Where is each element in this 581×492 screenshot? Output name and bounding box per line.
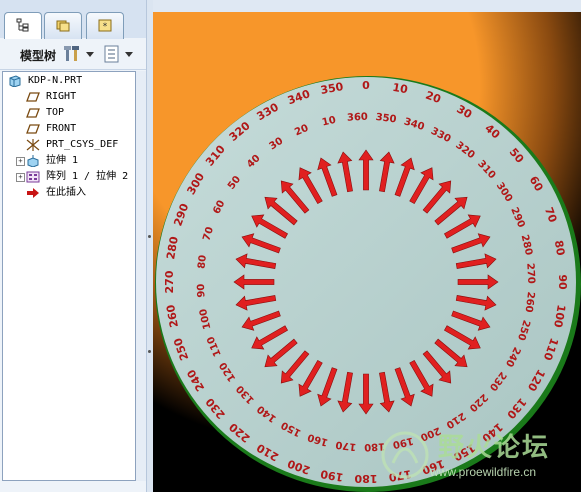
tree-item-label: PRT_CSYS_DEF	[46, 139, 119, 150]
model-tree-tab[interactable]	[4, 12, 42, 40]
csys-icon	[26, 139, 40, 151]
dial-number: 360	[347, 112, 368, 124]
dial-number: 90	[556, 274, 569, 290]
settings-dropdown-button[interactable]	[64, 45, 96, 63]
tree-item-label: 拉伸 1	[46, 155, 79, 166]
dial-number: 80	[552, 239, 568, 257]
show-dropdown-button[interactable]	[104, 45, 136, 63]
tree-item-label: FRONT	[46, 123, 77, 134]
folder-browser-tab[interactable]	[44, 12, 82, 39]
watermark-logo-icon	[381, 431, 429, 479]
tree-item-label: RIGHT	[46, 91, 77, 102]
part-icon	[9, 75, 21, 87]
tree-item-label: 阵列 1 / 拉伸 2	[46, 171, 129, 182]
extrude-icon	[27, 155, 39, 167]
watermark: 野火论坛 www.proewildfire.cn	[375, 425, 577, 487]
pattern-icon	[26, 171, 40, 183]
favorites-tab[interactable]: *	[86, 12, 124, 39]
dial-number: 270	[524, 263, 536, 284]
navigator-tabs: *	[0, 0, 147, 40]
dial-number: 10	[391, 81, 409, 97]
datum-plane-icon	[26, 124, 40, 134]
splitter-grip	[148, 235, 151, 238]
dial-number: 0	[362, 79, 370, 92]
tree-item-label: TOP	[46, 107, 65, 118]
watermark-text: 野火论坛	[438, 433, 551, 463]
expand-toggle[interactable]: +	[16, 157, 25, 166]
tree-scrollbar[interactable]	[136, 71, 146, 481]
graphics-top-strip	[153, 0, 581, 12]
favorites-star-icon: *	[98, 19, 112, 32]
graphics-window[interactable]: 0 10 20 30 40 50 60 70 80 90 100 110 120 130 140 150 160…	[153, 12, 581, 492]
model-tree-toolbar: 模型树	[0, 39, 147, 70]
datum-plane-icon	[26, 92, 40, 102]
watermark-url: www.proewildfire.cn	[430, 465, 537, 479]
dial-number: 270	[163, 270, 176, 293]
splitter-grip	[148, 350, 151, 353]
model-tree-icon	[16, 18, 29, 32]
datum-plane-icon	[26, 108, 40, 118]
tree-item-label: KDP-N.PRT	[28, 75, 83, 86]
dial-number: 180	[354, 472, 377, 485]
tools-icon	[64, 46, 94, 61]
folder-icon	[56, 20, 70, 32]
model-tree: KDP-N.PRT RIGHT TOP FRONT PRT_CSYS_DEF +…	[2, 71, 136, 481]
dial-number: 90	[196, 283, 208, 298]
tree-item-label: 在此插入	[46, 187, 86, 198]
dial-number: 80	[196, 254, 209, 269]
model-tree-title: 模型树	[20, 49, 57, 63]
list-icon	[104, 45, 133, 63]
expand-toggle[interactable]: +	[16, 173, 25, 182]
dial-model: 0 102030405060708090100110120130140150160…	[153, 12, 581, 492]
insert-here-arrow-icon	[27, 188, 39, 198]
model-tree-panel: * 模型树 KDP-N.PRT RIGHT TOP FRONT PRT_CSYS…	[0, 0, 148, 492]
svg-text:*: *	[103, 22, 108, 32]
